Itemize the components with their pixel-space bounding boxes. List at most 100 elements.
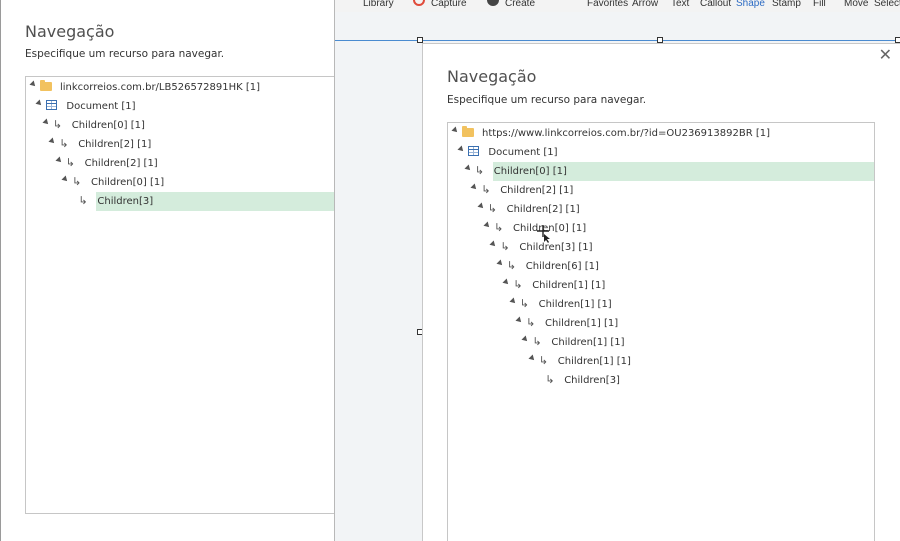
tool-arrow[interactable]: Arrow [632,0,658,9]
tree-node-label: Children[1] [1] [557,356,631,367]
tree-node[interactable]: ↳ Children[2] [1] [26,135,334,154]
tree-node[interactable]: ↳ Children[1] [1] [448,314,874,333]
expand-toggle-icon[interactable] [451,126,460,135]
tree-node-label: Children[3] [1] [519,242,593,253]
expand-toggle-icon[interactable] [477,202,485,211]
tool-favorites[interactable]: Favorites [587,0,628,9]
expand-toggle-icon[interactable] [515,316,524,325]
tree-node-label: Document [1] [488,147,558,158]
expand-toggle-icon[interactable] [464,164,473,173]
tree-node-label: Children[1] [1] [532,280,606,291]
child-arrow-icon: ↳ [78,194,88,207]
tree-node-label: Document [1] [66,101,136,112]
child-arrow-icon: ↳ [72,175,82,188]
dialog-subtitle: Especifique um recurso para navegar. [447,94,647,106]
child-arrow-icon: ↳ [526,316,536,329]
expand-toggle-icon[interactable] [509,297,517,306]
page-subtitle: Especifique um recurso para navegar. [25,48,225,60]
expand-toggle-icon[interactable] [42,118,51,127]
expand-toggle-icon[interactable] [470,183,479,192]
expand-toggle-icon[interactable] [55,156,63,165]
folder-icon [40,80,52,91]
expand-toggle-icon[interactable] [489,240,498,249]
expand-toggle-icon[interactable] [521,335,530,344]
capture-toolbar: Library Capture Create Favorites Arrow T… [335,0,900,12]
child-arrow-icon: ↳ [481,183,491,196]
tree-node-label: Children[1] [1] [545,318,619,329]
tree-node-label: Children[0] [1] [493,166,567,177]
tree-node[interactable]: ↳ Children[2] [1] [448,200,874,219]
tree-node-label: Children[3] [97,196,154,207]
tree-node[interactable]: ↳ Children[3] [78,192,334,211]
toolbar-create[interactable]: Create [505,0,535,9]
tree-node-label: Children[3] [564,375,620,386]
close-icon[interactable]: ✕ [879,46,892,64]
child-arrow-icon: ↳ [494,221,504,234]
tree-node[interactable]: ↳ Children[0] [1] [448,219,874,238]
tree-node[interactable]: ↳ Children[3] [448,371,874,390]
navigator-tree[interactable]: linkcorreios.com.br/LB526572891HK [1] Doc… [25,76,335,514]
page-title: Navegação [25,22,115,41]
toolbar-library[interactable]: Library [363,0,394,9]
dialog-title: Navegação [447,67,537,86]
tree-node[interactable]: linkcorreios.com.br/LB526572891HK [1] [26,78,334,97]
capture-icon[interactable] [413,0,425,6]
tool-text[interactable]: Text [671,0,689,9]
table-icon [468,146,480,156]
navigator-tree[interactable]: https://www.linkcorreios.com.br/?id=OU23… [447,122,875,541]
tree-node[interactable]: https://www.linkcorreios.com.br/?id=OU23… [448,124,874,143]
tree-node[interactable]: ↳ Children[1] [1] [448,333,874,352]
expand-toggle-icon[interactable] [496,259,505,268]
cursor-icon [537,225,550,243]
expand-toggle-icon[interactable] [61,175,70,184]
tree-node-label: Children[1] [1] [551,337,625,348]
tree-node-label: Children[0] [1] [91,177,165,188]
toolbar-capture[interactable]: Capture [431,0,467,9]
tree-node-label: Children[0] [1] [71,120,145,131]
child-arrow-icon: ↳ [532,335,542,348]
expand-toggle-icon[interactable] [483,221,492,230]
create-icon[interactable] [487,0,499,6]
tool-move[interactable]: Move [844,0,868,9]
child-arrow-icon: ↳ [545,373,555,386]
folder-icon [462,126,474,137]
tree-node[interactable]: ↳ Children[3] [1] [448,238,874,257]
tree-node[interactable]: Document [1] [26,97,334,116]
tool-stamp[interactable]: Stamp [772,0,801,9]
child-arrow-icon: ↳ [538,354,549,367]
tree-node-label: https://www.linkcorreios.com.br/?id=OU23… [482,128,770,139]
tool-shape[interactable]: Shape [736,0,765,9]
expand-toggle-icon[interactable] [457,145,466,154]
expand-toggle-icon[interactable] [35,99,44,108]
table-icon [46,100,58,110]
tree-node[interactable]: Document [1] [448,143,874,162]
child-arrow-icon: ↳ [474,164,485,177]
tree-node[interactable]: ↳ Children[2] [1] [448,181,874,200]
tree-node-label: Children[2] [1] [78,139,152,150]
tree-node[interactable]: ↳ Children[1] [1] [448,295,874,314]
child-arrow-icon: ↳ [65,156,75,169]
tree-node-label: Children[2] [1] [506,204,580,215]
expand-toggle-icon[interactable] [48,137,57,146]
tree-node[interactable]: ↳ Children[0] [1] [26,116,334,135]
tree-node[interactable]: ↳ Children[1] [1] [448,352,874,371]
tool-select[interactable]: Select [874,0,900,9]
child-arrow-icon: ↳ [513,278,523,291]
tree-node[interactable]: ↳ Children[0] [1] [464,162,874,181]
tree-node-label: Children[2] [1] [84,158,158,169]
tool-fill[interactable]: Fill [813,0,826,9]
navigator-dialog: ✕ Navegação Especifique um recurso para … [422,43,900,541]
tree-node[interactable]: ↳ Children[6] [1] [448,257,874,276]
tool-callout[interactable]: Callout [700,0,731,9]
child-arrow-icon: ↳ [506,259,517,272]
expand-toggle-icon[interactable] [502,278,511,287]
child-arrow-icon: ↳ [519,297,529,310]
expand-toggle-icon[interactable] [528,354,537,363]
tree-node[interactable]: ↳ Children[1] [1] [448,276,874,295]
expand-toggle-icon[interactable] [29,80,38,89]
child-arrow-icon: ↳ [59,137,69,150]
child-arrow-icon: ↳ [500,240,510,253]
tree-node[interactable]: ↳ Children[0] [1] [26,173,334,192]
tree-node-label: linkcorreios.com.br/LB526572891HK [1] [60,82,261,93]
tree-node[interactable]: ↳ Children[2] [1] [26,154,334,173]
